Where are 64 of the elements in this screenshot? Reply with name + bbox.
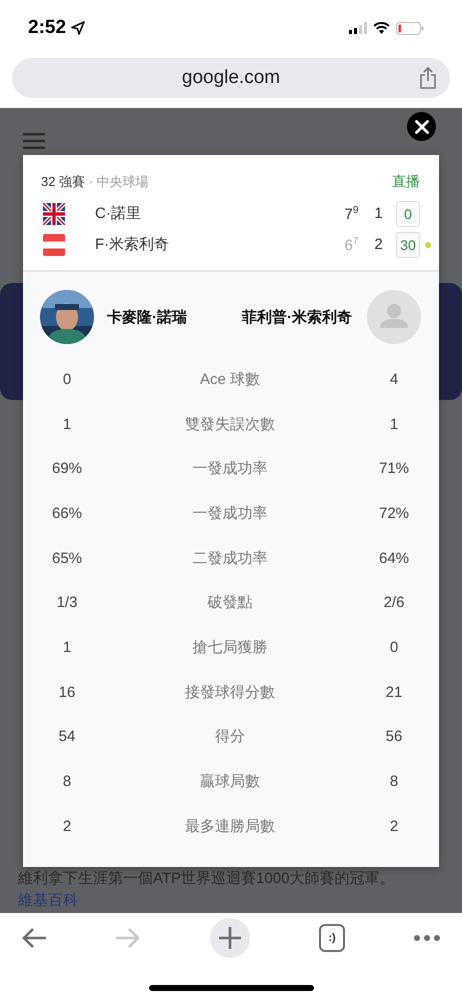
stat-label: Ace 球數	[198, 370, 261, 389]
stat-label: 一發成功率	[192, 504, 268, 523]
stat-value: 66%	[50, 504, 84, 522]
stat-value: 2	[62, 818, 72, 835]
close-button[interactable]	[407, 112, 436, 141]
stat-value: 2/6	[382, 594, 406, 612]
share-icon[interactable]	[419, 67, 437, 89]
stat-label: 贏球局數	[199, 772, 261, 792]
player-name: F·米索利奇	[95, 235, 170, 254]
avatar-placeholder-icon	[367, 290, 421, 344]
stat-value: 71%	[378, 460, 410, 478]
battery-icon	[396, 22, 424, 34]
new-tab-button[interactable]	[210, 918, 250, 958]
snippet-text: 維利拿下生涯第一個ATP世界巡迴賽1000大師賽的冠軍。	[18, 870, 394, 887]
set-score: 2	[373, 236, 384, 253]
game-score: 30	[396, 232, 420, 258]
url-text[interactable]: google.com	[182, 67, 280, 89]
stat-value: 56	[384, 728, 404, 746]
player-full-name: 菲利普·米索利奇	[241, 308, 352, 326]
stat-label: 雙發失誤次數	[184, 414, 276, 434]
stat-label: 接發球得分數	[184, 682, 276, 702]
live-label: 直播	[392, 173, 420, 191]
player-name: C·諾里	[95, 204, 142, 223]
stat-label: 破發點	[206, 593, 254, 612]
wifi-icon	[373, 22, 390, 34]
set-score: 6$^{7}$	[344, 236, 360, 254]
stat-value: 0	[388, 638, 400, 656]
stat-value: 21	[384, 684, 404, 701]
stat-value: 54	[58, 728, 76, 746]
stat-value: 72%	[378, 504, 410, 522]
stat-value: 65%	[50, 550, 84, 567]
back-arrow-icon[interactable]	[22, 927, 47, 949]
stat-value: 1	[62, 638, 72, 656]
stat-label: 搶七局獲勝	[192, 638, 268, 657]
address-bar[interactable]: google.com	[12, 58, 450, 98]
stat-value: 0	[62, 370, 72, 388]
stat-value: 1/3	[56, 594, 78, 612]
set-score: 7$^{9}$	[344, 204, 360, 222]
stat-value: 1	[388, 416, 400, 433]
signal-icon	[349, 22, 367, 34]
stat-value: 1	[62, 416, 72, 433]
stat-value: 64%	[378, 550, 410, 567]
stat-label: 得分	[214, 727, 246, 746]
set-score: 1	[373, 205, 384, 222]
stat-label: 最多連勝局數	[184, 816, 276, 836]
stat-value: 2	[388, 818, 400, 835]
stat-label: 一發成功率	[192, 459, 268, 478]
plus-icon	[219, 927, 241, 949]
round-label: 32 強賽 · 中央球場	[41, 173, 149, 191]
tabs-button[interactable]: :)	[319, 924, 345, 952]
location-arrow-icon	[71, 21, 86, 35]
stat-value: 8	[62, 773, 72, 790]
game-score: 0	[396, 200, 420, 226]
stat-value: 16	[58, 684, 76, 701]
more-icon[interactable]	[414, 935, 440, 941]
flag-icon	[43, 234, 65, 256]
flag-icon	[43, 202, 65, 224]
stat-value: 69%	[50, 460, 84, 478]
stat-label: 二發成功率	[192, 548, 268, 568]
clock-time: 2:52	[28, 17, 66, 39]
close-icon	[414, 120, 428, 134]
stat-value: 4	[388, 370, 400, 388]
player-full-name: 卡麥隆·諾瑞	[107, 308, 188, 326]
stat-value: 8	[388, 773, 400, 790]
